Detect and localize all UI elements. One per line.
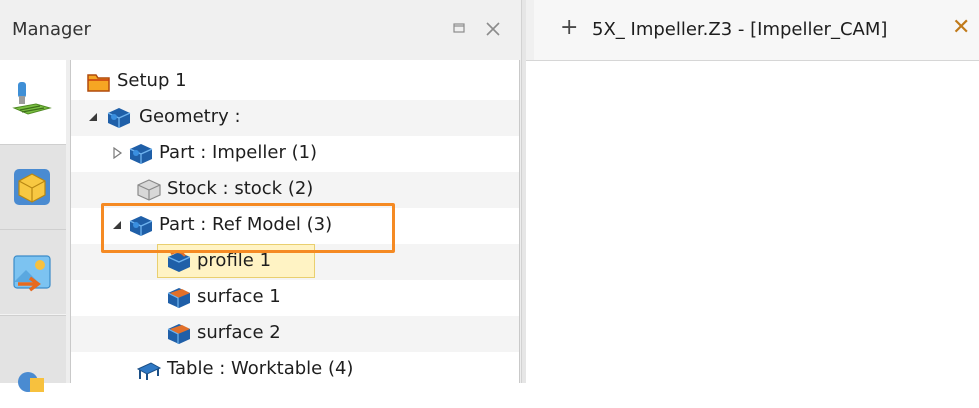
stock-icon xyxy=(137,179,161,201)
graphics-canvas[interactable] xyxy=(526,61,979,383)
tree-item-geometry[interactable]: Geometry : xyxy=(71,100,519,136)
shapes-icon xyxy=(18,372,44,392)
tree-item-surface-1[interactable]: surface 1 xyxy=(71,280,519,316)
surface-icon xyxy=(167,288,190,308)
tree-item-label: profile 1 xyxy=(197,250,272,271)
part-cube-icon xyxy=(14,169,50,205)
tree-item-label: Stock : stock (2) xyxy=(167,178,314,199)
tree-item-setup[interactable]: Setup 1 xyxy=(71,64,519,100)
expanded-arrow-icon[interactable] xyxy=(87,111,99,123)
manager-sidebar xyxy=(0,60,66,392)
part-icon xyxy=(129,144,153,164)
tree-item-label: Part : Impeller (1) xyxy=(159,142,318,163)
close-icon[interactable] xyxy=(484,20,502,38)
sidebar-tab-image-export[interactable] xyxy=(0,230,66,314)
tree-item-surface-2[interactable]: surface 2 xyxy=(71,316,519,352)
tree-item-label: surface 1 xyxy=(197,286,281,307)
tree-item-label: Setup 1 xyxy=(117,70,187,91)
tree-item-label: surface 2 xyxy=(197,322,281,343)
tree-item-label: Geometry : xyxy=(139,106,241,127)
image-export-icon xyxy=(13,255,51,292)
collapsed-arrow-icon[interactable] xyxy=(111,147,123,159)
tree-item-part-impeller[interactable]: Part : Impeller (1) xyxy=(71,136,519,172)
sidebar-tab-shapes[interactable] xyxy=(0,316,66,392)
manager-title: Manager xyxy=(12,19,91,40)
manager-header: Manager xyxy=(0,0,525,61)
document-tab-close-icon[interactable]: ✕ xyxy=(952,16,970,40)
annotation-highlight-box xyxy=(101,203,395,253)
sidebar-tab-part[interactable] xyxy=(0,145,66,229)
table-icon xyxy=(137,362,161,380)
restore-icon[interactable] xyxy=(450,20,468,38)
tree-item-label: Table : Worktable (4) xyxy=(167,358,354,379)
document-tab-title[interactable]: 5X_ Impeller.Z3 - [Impeller_CAM] xyxy=(592,19,887,40)
geometry-icon xyxy=(107,108,131,128)
sidebar-tab-cam-setup[interactable] xyxy=(0,60,66,144)
surface-icon xyxy=(167,324,190,344)
cam-setup-icon xyxy=(12,82,52,115)
profile-icon xyxy=(167,251,191,272)
folder-icon xyxy=(87,74,110,92)
document-tab-plus-icon: + xyxy=(560,15,579,40)
